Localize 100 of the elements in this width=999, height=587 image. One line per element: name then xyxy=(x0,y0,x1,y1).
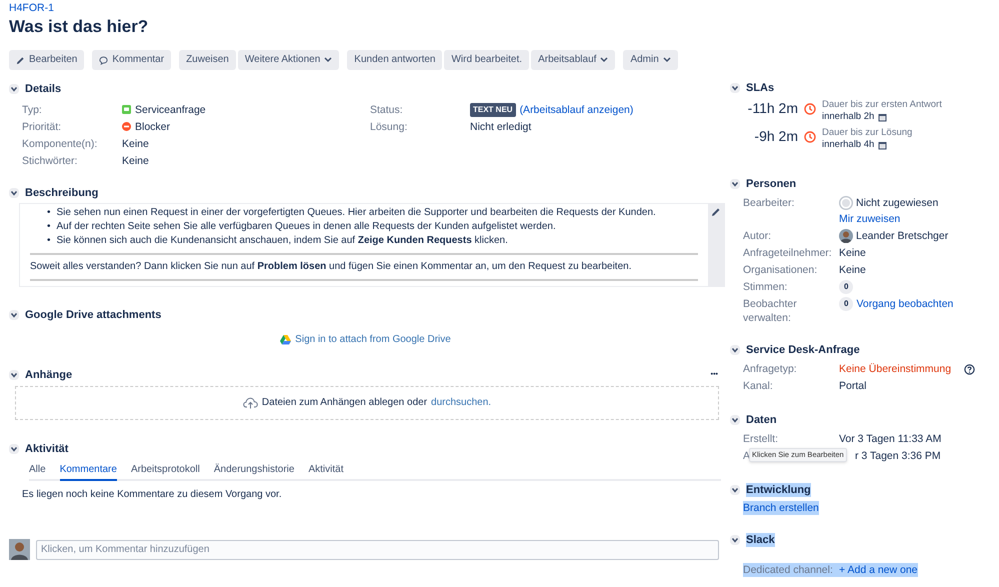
field-label: Priorität: xyxy=(22,120,62,134)
status-badge: TEXT NEU xyxy=(470,102,516,117)
chevron-icon[interactable] xyxy=(730,345,740,355)
field-label: Erstellt: xyxy=(743,432,778,446)
field-label: Bearbeiter: xyxy=(743,196,796,210)
sla-goal: Dauer bis zur ersten Antwort xyxy=(822,99,942,111)
clock-icon xyxy=(804,103,816,115)
field-value: Keine xyxy=(839,246,866,260)
bullet-marker: • xyxy=(47,234,51,248)
sla-time: -9h 2m xyxy=(753,127,798,143)
toolbar-button[interactable]: Bearbeiten xyxy=(9,50,84,70)
field-label: Anfrageteilnehmer: xyxy=(743,246,833,260)
calendar-icon xyxy=(878,140,888,150)
pencil-icon xyxy=(16,56,25,65)
section-title: Service Desk-Anfrage xyxy=(746,343,860,357)
field-label: Typ: xyxy=(22,102,43,117)
toolbar-button[interactable]: Weitere Aktionen xyxy=(238,50,340,70)
chevron-icon[interactable] xyxy=(730,179,740,189)
section-title: Slack xyxy=(746,533,775,547)
pencil-icon[interactable] xyxy=(711,207,721,218)
section-title: Entwicklung xyxy=(746,483,811,497)
description-bullet: Auf der rechten Seite sehen Sie alle verfügbaren Queues in denen alle Requests der Kunden aufgelistet werden. xyxy=(56,220,556,234)
description-paragraph: Soweit alles verstanden? Dann klicken Sie nun auf Problem lösen und fügen Sie einen Kommentar an, um den Request zu bearbeiten. xyxy=(30,260,632,274)
avatar xyxy=(9,539,30,560)
workflow-link[interactable]: (Arbeitsablauf anzeigen) xyxy=(520,102,634,117)
chevron-icon[interactable] xyxy=(9,188,19,198)
field-label: Beobachter verwalten: xyxy=(743,297,798,325)
activity-tab[interactable]: Alle xyxy=(29,463,46,482)
add-channel-link[interactable]: + Add a new one xyxy=(839,563,918,577)
field-value: Keine xyxy=(122,136,149,151)
toolbar-button[interactable]: Wird bearbeitet. xyxy=(444,50,530,70)
description-bullet: Sie können sich auch die Kundenansicht anschauen, indem Sie auf Zeige Kunden Requests klicken. xyxy=(56,234,508,248)
description-bullet: Sie sehen nun einen Request in einer der vorgefertigten Queues. Hier arbeiten die Supporter und bearbeiten die Requests der Kunden. xyxy=(56,206,656,220)
chevron-icon[interactable] xyxy=(730,535,740,545)
drive-icon xyxy=(280,335,292,346)
create-branch-link[interactable]: Branch erstellen xyxy=(743,501,819,515)
assign-to-me-link[interactable]: Mir zuweisen xyxy=(839,212,900,226)
section-title: Details xyxy=(25,82,62,96)
caret-icon xyxy=(324,57,332,64)
sla-goal: Dauer bis zur Lösung xyxy=(822,127,912,139)
field-label: Autor: xyxy=(743,229,772,243)
section-title: Anhänge xyxy=(25,368,72,382)
field-label: Lösung: xyxy=(370,120,408,134)
activity-tab[interactable]: Aktivität xyxy=(308,463,344,482)
field-label: Anfragetyp: xyxy=(743,362,798,376)
upload-cloud-icon xyxy=(242,397,258,410)
comment-field[interactable]: Klicken, um Kommentar hinzuzufügen xyxy=(36,540,719,560)
comment-icon xyxy=(99,56,108,65)
chevron-icon[interactable] xyxy=(730,83,740,93)
calendar-icon xyxy=(878,112,888,122)
clock-icon xyxy=(804,131,816,143)
field-value: Serviceanfrage xyxy=(135,102,206,117)
bullet-marker: • xyxy=(47,206,51,220)
browse-link[interactable]: durchsuchen. xyxy=(431,396,492,410)
unknown-user-icon xyxy=(839,196,853,210)
chevron-icon[interactable] xyxy=(730,415,740,425)
google-drive-sign-in-link[interactable]: Sign in to attach from Google Drive xyxy=(295,333,451,348)
help-icon[interactable] xyxy=(964,364,975,374)
field-label: Stichwörter: xyxy=(22,154,78,168)
dropzone-text: Dateien zum Anhängen ablegen oder xyxy=(262,396,428,410)
chevron-icon[interactable] xyxy=(9,310,19,320)
field-value: Leander Bretschger xyxy=(856,229,948,243)
section-title: Aktivität xyxy=(25,442,68,456)
activity-tab[interactable]: Kommentare xyxy=(60,463,117,482)
activity-tab[interactable]: Arbeitsprotokoll xyxy=(130,463,200,482)
caret-icon xyxy=(600,57,608,64)
service-request-icon xyxy=(122,105,131,114)
toolbar-button[interactable]: Kunden antworten xyxy=(347,50,442,70)
issue-key-link[interactable]: H4FOR-1 xyxy=(9,1,54,15)
field-label: Komponente(n): xyxy=(22,136,98,151)
field-value: Nicht zugewiesen xyxy=(856,196,938,210)
watch-link[interactable]: Vorgang beobachten xyxy=(856,297,954,311)
toolbar-button[interactable]: Admin xyxy=(623,50,678,70)
chevron-icon[interactable] xyxy=(9,84,19,94)
empty-comments-text: Es liegen noch keine Kommentare zu diesem Vorgang vor. xyxy=(22,488,282,502)
field-value: Keine xyxy=(122,154,149,168)
field-value: Nicht erledigt xyxy=(470,120,532,134)
section-title: Personen xyxy=(746,177,796,191)
field-label: Status: xyxy=(370,102,404,117)
section-title: SLAs xyxy=(746,81,774,95)
description-panel[interactable] xyxy=(19,203,725,288)
avatar xyxy=(839,229,853,243)
blocker-icon xyxy=(122,122,131,132)
chevron-icon[interactable] xyxy=(730,485,740,495)
toolbar-button[interactable]: Kommentar xyxy=(92,50,172,70)
count-badge: 0 xyxy=(839,280,854,294)
section-title: Daten xyxy=(746,413,777,427)
field-value: Portal xyxy=(839,379,866,393)
chevron-icon[interactable] xyxy=(9,370,19,380)
toolbar-button[interactable]: Arbeitsablauf xyxy=(531,50,616,70)
field-value: Vor 3 Tagen 11:33 AM xyxy=(839,432,942,446)
chevron-icon[interactable] xyxy=(9,444,19,454)
count-badge: 0 xyxy=(839,297,854,311)
sla-time: -11h 2m xyxy=(746,99,798,115)
attachment-dropzone[interactable]: Dateien zum Anhängen ablegen oder durchsuchen. xyxy=(15,386,719,420)
section-title: Google Drive attachments xyxy=(25,308,162,322)
field-label: Dedicated channel: xyxy=(743,563,839,577)
field-value: Blocker xyxy=(135,120,170,134)
toolbar-button[interactable]: Zuweisen xyxy=(179,50,236,70)
activity-tab[interactable]: Änderungshistorie xyxy=(214,463,294,482)
